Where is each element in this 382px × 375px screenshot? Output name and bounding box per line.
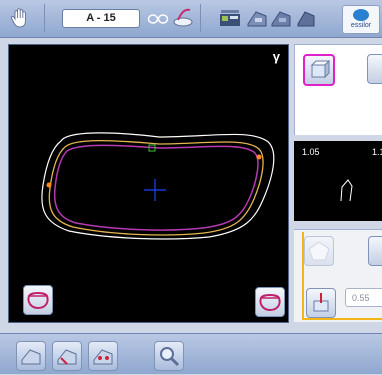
groove-button[interactable] xyxy=(52,341,82,371)
glasses-icon[interactable] xyxy=(147,6,169,30)
toolbar-separator xyxy=(200,4,201,32)
edger-3-icon[interactable] xyxy=(270,6,292,30)
job-field[interactable]: A - 15 xyxy=(62,9,140,28)
essilor-logo: essilor xyxy=(342,5,380,34)
eye-logo-icon xyxy=(353,9,369,21)
center-crosshair xyxy=(144,179,166,201)
block-shape-button[interactable] xyxy=(303,54,335,86)
edger-1-icon[interactable] xyxy=(218,6,242,30)
edge-icon xyxy=(21,349,41,365)
lens-tray-icon[interactable] xyxy=(172,6,194,30)
right-lens-button[interactable] xyxy=(255,287,285,317)
top-toolbar: A - 15 essilor xyxy=(0,0,382,38)
lens-shape-icon xyxy=(27,292,49,310)
left-lens-button[interactable] xyxy=(23,285,53,315)
shape-panel xyxy=(294,44,382,135)
second-shape-button[interactable] xyxy=(367,54,382,84)
right-measurement: 1.1 xyxy=(372,147,382,157)
nasal-marker xyxy=(46,182,52,188)
brand-text: essilor xyxy=(350,22,372,29)
magnifier-icon xyxy=(160,347,180,367)
groove-icon xyxy=(57,349,77,365)
drill-holes-button[interactable] xyxy=(88,341,118,371)
edger-2-icon[interactable] xyxy=(246,6,268,30)
inner-frame-outline xyxy=(53,144,259,231)
bottom-toolbar xyxy=(0,333,382,374)
drill-holes-icon xyxy=(93,349,113,365)
toolbar-separator xyxy=(44,4,45,32)
tracing-viewer[interactable]: γ xyxy=(8,44,289,323)
edge-button[interactable] xyxy=(16,341,46,371)
lens-shape-icon xyxy=(259,294,281,312)
profile-icon xyxy=(340,179,353,202)
zoom-button[interactable] xyxy=(154,341,184,371)
block-icon xyxy=(310,59,331,79)
measurement-panel: 1.05 1.1 xyxy=(294,141,382,221)
edger-4-icon[interactable] xyxy=(296,6,316,30)
mirror-icon[interactable]: γ xyxy=(273,49,280,64)
value-input[interactable]: 0.55 xyxy=(345,288,382,307)
left-measurement: 1.05 xyxy=(302,147,320,157)
hand-icon[interactable] xyxy=(10,7,30,29)
temporal-marker xyxy=(256,154,262,160)
frame-tracing xyxy=(41,132,275,240)
